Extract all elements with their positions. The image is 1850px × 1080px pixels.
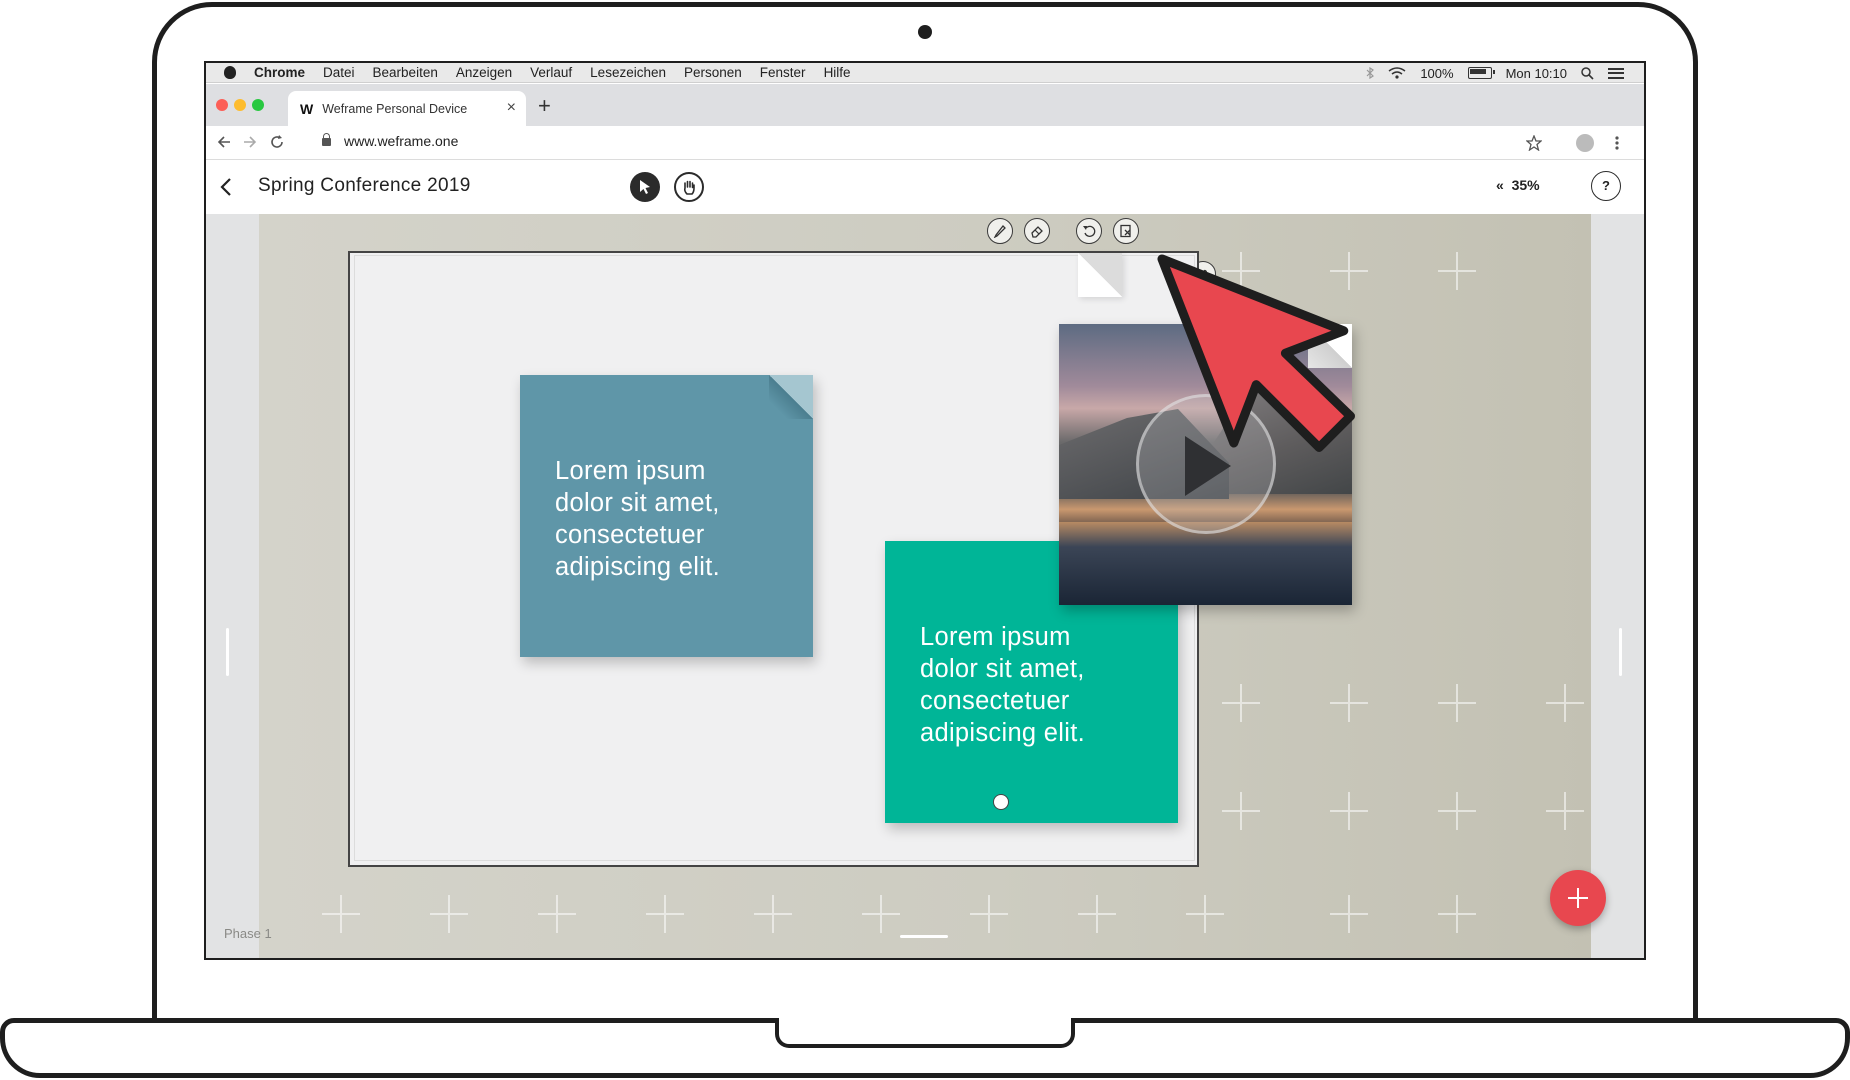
back-icon[interactable] xyxy=(220,177,232,197)
grid-marker xyxy=(646,895,684,933)
grid-marker xyxy=(430,895,468,933)
tab-weframe[interactable]: W Weframe Personal Device × xyxy=(288,91,526,126)
bottom-panel-handle[interactable] xyxy=(900,935,948,938)
apple-icon[interactable] xyxy=(224,66,236,79)
pointer-icon xyxy=(640,180,650,194)
app-header: Spring Conference 2019 « 35% ? xyxy=(206,161,1644,213)
help-button[interactable]: ? xyxy=(1591,171,1621,201)
menu-icon[interactable] xyxy=(1608,67,1624,79)
grid-marker xyxy=(1438,252,1476,290)
eraser-button[interactable] xyxy=(1024,218,1050,244)
minimize-window-button[interactable] xyxy=(234,99,246,111)
sticky-note-text: Lorem ipsum dolor sit amet, consectetuer… xyxy=(920,623,1085,747)
menu-hilfe[interactable]: Hilfe xyxy=(824,65,851,80)
weframe-logo-icon: W xyxy=(300,100,314,117)
delete-frame-button[interactable] xyxy=(1113,218,1139,244)
grid-marker xyxy=(862,895,900,933)
lock-icon xyxy=(322,133,331,146)
board-title: Spring Conference 2019 xyxy=(258,175,471,196)
left-panel-handle[interactable] xyxy=(226,628,229,676)
annotation-arrow-icon xyxy=(1157,254,1355,452)
wifi-icon[interactable] xyxy=(1388,67,1406,79)
hand-icon xyxy=(683,180,695,195)
screen: Chrome Datei Bearbeiten Anzeigen Verlauf… xyxy=(204,61,1646,960)
laptop-notch xyxy=(775,1018,1075,1048)
grid-marker xyxy=(1546,792,1584,830)
board-canvas[interactable]: ? Lorem ipsum dolor sit amet, consectetu… xyxy=(259,214,1606,958)
zoom-value: 35% xyxy=(1511,177,1540,193)
phase-label: Phase 1 xyxy=(224,926,272,941)
pencil-icon xyxy=(993,225,1006,238)
maximize-window-button[interactable] xyxy=(252,99,264,111)
tab-title: Weframe Personal Device xyxy=(322,101,468,116)
menu-anzeigen[interactable]: Anzeigen xyxy=(456,65,512,80)
grid-marker xyxy=(970,895,1008,933)
lake-image xyxy=(1059,522,1352,605)
bookmark-star-icon[interactable] xyxy=(1526,135,1542,151)
kebab-menu-icon[interactable] xyxy=(1615,136,1619,150)
macos-menubar: Chrome Datei Bearbeiten Anzeigen Verlauf… xyxy=(206,63,1644,83)
add-button[interactable] xyxy=(1550,870,1606,926)
grid-marker xyxy=(1078,895,1116,933)
menubar-clock[interactable]: Mon 10:10 xyxy=(1506,66,1567,81)
sticky-note-blue[interactable]: Lorem ipsum dolor sit amet, consectetuer… xyxy=(520,375,813,657)
menu-personen[interactable]: Personen xyxy=(684,65,742,80)
battery-percent: 100% xyxy=(1420,65,1454,81)
grid-marker xyxy=(1330,684,1368,722)
bluetooth-icon[interactable] xyxy=(1366,67,1375,79)
browser-tabstrip: W Weframe Personal Device × + xyxy=(206,84,1644,126)
menu-bearbeiten[interactable]: Bearbeiten xyxy=(373,65,438,80)
undo-icon xyxy=(1083,225,1096,237)
grid-marker xyxy=(1438,792,1476,830)
grid-marker xyxy=(1222,792,1260,830)
close-window-button[interactable] xyxy=(216,99,228,111)
grid-marker xyxy=(1186,895,1224,933)
grid-marker xyxy=(1330,792,1368,830)
reload-icon[interactable] xyxy=(270,135,284,149)
battery-icon[interactable] xyxy=(1467,67,1495,79)
grid-marker xyxy=(322,895,360,933)
back-arrow-icon[interactable] xyxy=(217,135,231,149)
grid-marker xyxy=(1546,684,1584,722)
frame-resize-handle[interactable] xyxy=(993,794,1009,810)
forward-arrow-icon[interactable] xyxy=(243,135,257,149)
pencil-button[interactable] xyxy=(987,218,1013,244)
menu-lesezeichen[interactable]: Lesezeichen xyxy=(590,65,666,80)
zoom-level[interactable]: « 35% xyxy=(1496,177,1540,193)
menu-datei[interactable]: Datei xyxy=(323,65,355,80)
zoom-collapse-icon[interactable]: « xyxy=(1496,177,1504,193)
eraser-icon xyxy=(1031,226,1043,238)
grid-marker xyxy=(1222,684,1260,722)
hand-tool-button[interactable] xyxy=(674,172,704,202)
frame-page-curl-icon[interactable] xyxy=(1078,253,1122,297)
pointer-tool-button[interactable] xyxy=(630,172,660,202)
menu-app-name[interactable]: Chrome xyxy=(254,65,305,80)
workspace: ? Lorem ipsum dolor sit amet, consectetu… xyxy=(206,214,1644,958)
sticky-note-text: Lorem ipsum dolor sit amet, consectetuer… xyxy=(555,457,720,581)
url-field[interactable]: www.weframe.one xyxy=(344,133,458,149)
menubar-status: 100% Mon 10:10 xyxy=(1366,63,1624,83)
page-curl-icon xyxy=(769,375,813,419)
grid-marker xyxy=(538,895,576,933)
delete-frame-icon xyxy=(1120,224,1131,238)
right-panel-handle[interactable] xyxy=(1619,628,1622,676)
profile-avatar-icon[interactable] xyxy=(1576,134,1594,152)
grid-marker xyxy=(754,895,792,933)
undo-button[interactable] xyxy=(1076,218,1102,244)
grid-marker xyxy=(1438,895,1476,933)
grid-marker xyxy=(1438,684,1476,722)
search-icon[interactable] xyxy=(1581,66,1594,80)
new-tab-button[interactable]: + xyxy=(538,93,551,119)
menu-fenster[interactable]: Fenster xyxy=(760,65,806,80)
tab-close-icon[interactable]: × xyxy=(507,99,516,117)
grid-marker xyxy=(1330,895,1368,933)
webcam xyxy=(918,25,932,39)
address-bar: www.weframe.one xyxy=(206,126,1644,160)
menu-verlauf[interactable]: Verlauf xyxy=(530,65,572,80)
